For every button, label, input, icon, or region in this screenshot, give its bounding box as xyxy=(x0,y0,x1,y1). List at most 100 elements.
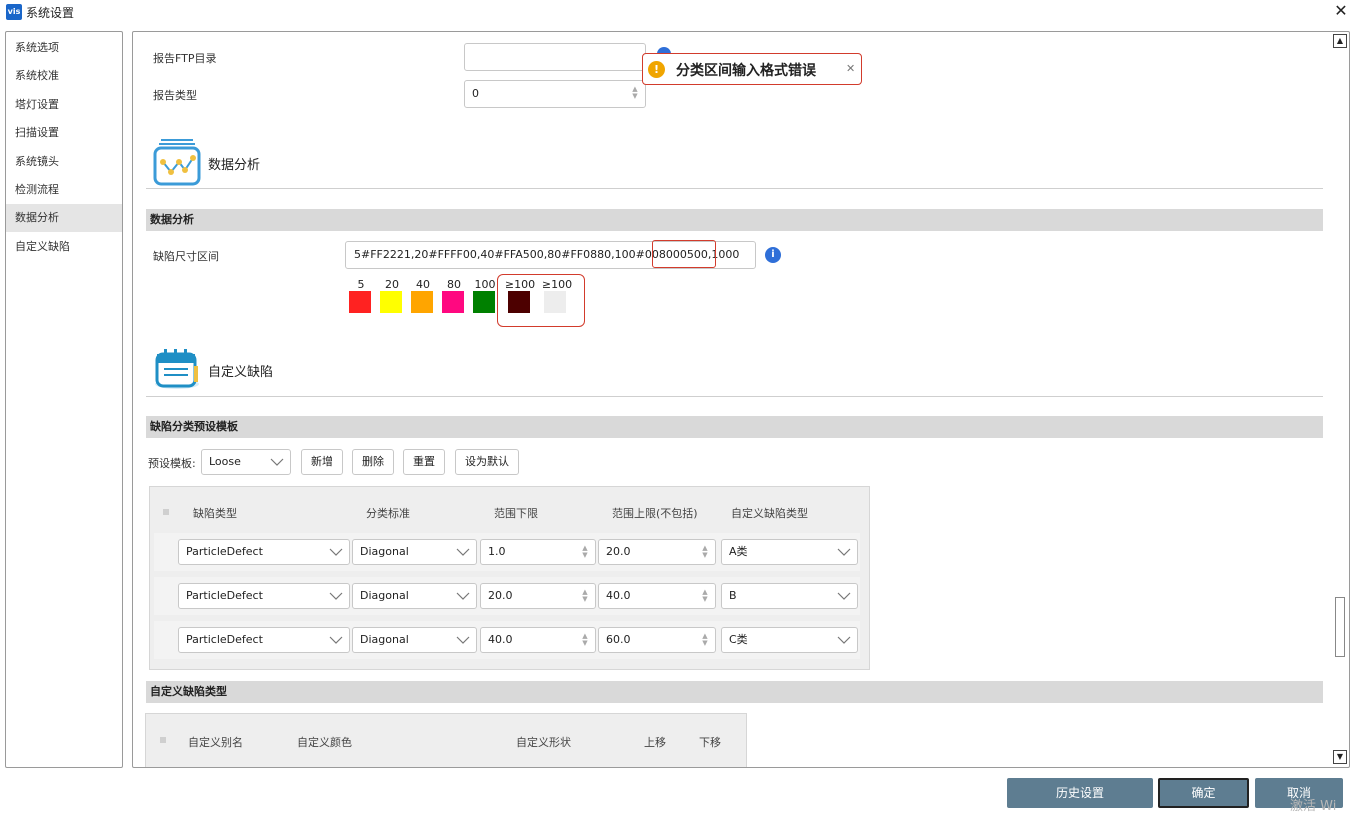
column-header: 下移 xyxy=(699,736,721,749)
column-header: 范围下限 xyxy=(494,507,538,520)
defect-type-select[interactable]: ParticleDefect xyxy=(178,539,350,565)
chevron-down-icon xyxy=(329,636,343,644)
data-analysis-icon xyxy=(153,138,201,186)
sidebar-item-tower-light[interactable]: 塔灯设置 xyxy=(6,91,122,119)
defect-size-label: 缺陷尺寸区间 xyxy=(153,250,219,263)
spin-arrows-icon[interactable]: ▲ ▼ xyxy=(581,545,589,561)
custom-defect-type-select[interactable]: B xyxy=(721,583,858,609)
preset-template-label: 预设模板: xyxy=(148,457,196,470)
scrollbar-thumb[interactable] xyxy=(1335,597,1345,657)
report-ftp-input[interactable] xyxy=(464,43,646,71)
column-header: 自定义形状 xyxy=(516,736,571,749)
range-min-stepper[interactable]: 1.0 ▲ ▼ xyxy=(480,539,596,565)
chevron-down-icon xyxy=(837,548,851,556)
defect-type-select[interactable]: ParticleDefect xyxy=(178,627,350,653)
data-analysis-section-title: 数据分析 xyxy=(146,209,1323,231)
sidebar-item-scan-settings[interactable]: 扫描设置 xyxy=(6,119,122,147)
defect-type-select[interactable]: ParticleDefect xyxy=(178,583,350,609)
defect-type-value: ParticleDefect xyxy=(186,633,263,646)
report-type-label: 报告类型 xyxy=(153,89,197,102)
sidebar-item-custom-defect[interactable]: 自定义缺陷 xyxy=(6,233,122,261)
chevron-down-icon xyxy=(270,458,284,466)
swatch-label: 100 xyxy=(474,278,496,291)
classification-standard-select[interactable]: Diagonal xyxy=(352,627,477,653)
set-default-button[interactable]: 设为默认 xyxy=(455,449,519,475)
info-icon[interactable]: i xyxy=(765,247,781,263)
range-min-stepper[interactable]: 40.0 ▲ ▼ xyxy=(480,627,596,653)
scroll-down-button[interactable]: ▼ xyxy=(1333,750,1347,764)
spin-arrows-icon[interactable]: ▲ ▼ xyxy=(701,633,709,649)
spin-arrows-icon[interactable]: ▲ ▼ xyxy=(631,86,639,102)
delete-preset-button[interactable]: 删除 xyxy=(352,449,394,475)
divider xyxy=(146,396,1323,397)
defect-size-value: 5#FF2221,20#FFFF00,40#FFA500,80#FF0880,1… xyxy=(354,248,687,261)
swatch-label: 5 xyxy=(357,278,365,291)
sidebar: 系统选项 系统校准 塔灯设置 扫描设置 系统镜头 检测流程 数据分析 自定义缺陷 xyxy=(5,31,123,768)
range-max-stepper[interactable]: 20.0 ▲ ▼ xyxy=(598,539,716,565)
column-header: 自定义缺陷类型 xyxy=(731,507,808,520)
toast-message: 分类区间输入格式错误 xyxy=(676,63,816,79)
range-max-stepper[interactable]: 60.0 ▲ ▼ xyxy=(598,627,716,653)
error-highlight-box xyxy=(652,240,716,268)
range-min-stepper[interactable]: 20.0 ▲ ▼ xyxy=(480,583,596,609)
range-min-value: 1.0 xyxy=(488,545,506,558)
divider xyxy=(146,188,1323,189)
preset-template-value: Loose xyxy=(209,455,241,468)
data-analysis-heading: 数据分析 xyxy=(208,158,261,173)
app-logo: vis xyxy=(6,4,22,20)
custom-defect-type-select[interactable]: A类 xyxy=(721,539,858,565)
add-preset-button[interactable]: 新增 xyxy=(301,449,343,475)
classification-standard-value: Diagonal xyxy=(360,633,409,646)
spin-arrows-icon[interactable]: ▲ ▼ xyxy=(701,589,709,605)
range-max-value: 60.0 xyxy=(606,633,631,646)
preset-template-select[interactable]: Loose xyxy=(201,449,291,475)
color-swatch xyxy=(473,291,495,313)
spin-arrows-icon[interactable]: ▲ ▼ xyxy=(581,633,589,649)
chevron-down-icon xyxy=(837,592,851,600)
watermark: 激活 Wi xyxy=(1290,799,1337,814)
range-min-value: 20.0 xyxy=(488,589,513,602)
swatch-label: 80 xyxy=(447,278,461,291)
custom-defect-heading: 自定义缺陷 xyxy=(208,365,274,380)
reset-preset-button[interactable]: 重置 xyxy=(403,449,445,475)
main-panel: 报告FTP目录 报告类型 0 ▲ ▼ 数据分析 数据分析 缺陷尺寸区间 5#FF2… xyxy=(132,31,1350,768)
scroll-up-button[interactable]: ▲ xyxy=(1333,34,1347,48)
chevron-down-icon xyxy=(329,548,343,556)
custom-defect-type-value: C类 xyxy=(729,633,748,646)
sidebar-item-inspection-flow[interactable]: 检测流程 xyxy=(6,176,122,204)
warning-icon: ! xyxy=(648,61,665,78)
classification-standard-select[interactable]: Diagonal xyxy=(352,539,477,565)
history-settings-button[interactable]: 历史设置 xyxy=(1007,778,1153,808)
report-type-stepper[interactable]: 0 ▲ ▼ xyxy=(464,80,646,108)
column-header: 分类标准 xyxy=(366,507,410,520)
swatch-label: 40 xyxy=(416,278,430,291)
column-header: 自定义别名 xyxy=(188,736,243,749)
sidebar-item-system-calibration[interactable]: 系统校准 xyxy=(6,62,122,90)
sidebar-item-data-analysis[interactable]: 数据分析 xyxy=(6,204,122,232)
chevron-down-icon xyxy=(456,636,470,644)
spin-arrows-icon[interactable]: ▲ ▼ xyxy=(701,545,709,561)
grid-row-handle-icon xyxy=(160,737,166,743)
range-max-stepper[interactable]: 40.0 ▲ ▼ xyxy=(598,583,716,609)
classification-standard-select[interactable]: Diagonal xyxy=(352,583,477,609)
error-highlight-box xyxy=(497,274,585,327)
chevron-down-icon xyxy=(329,592,343,600)
toast-close-icon[interactable]: ✕ xyxy=(846,62,855,75)
custom-defect-type-section-title: 自定义缺陷类型 xyxy=(146,681,1323,703)
report-type-value: 0 xyxy=(472,87,479,100)
chevron-down-icon xyxy=(456,592,470,600)
column-header: 缺陷类型 xyxy=(193,507,237,520)
sidebar-item-system-options[interactable]: 系统选项 xyxy=(6,34,122,62)
column-header: 范围上限(不包括) xyxy=(612,507,698,520)
preset-template-section-title: 缺陷分类预设模板 xyxy=(146,416,1323,438)
sidebar-item-system-lens[interactable]: 系统镜头 xyxy=(6,148,122,176)
window-title: 系统设置 xyxy=(26,6,75,20)
spin-arrows-icon[interactable]: ▲ ▼ xyxy=(581,589,589,605)
custom-defect-type-select[interactable]: C类 xyxy=(721,627,858,653)
range-min-value: 40.0 xyxy=(488,633,513,646)
grid-row-handle-icon xyxy=(163,509,169,515)
color-swatch xyxy=(380,291,402,313)
column-header: 自定义颜色 xyxy=(297,736,352,749)
confirm-button[interactable]: 确定 xyxy=(1158,778,1249,808)
close-window-button[interactable]: ✕ xyxy=(1330,0,1352,22)
